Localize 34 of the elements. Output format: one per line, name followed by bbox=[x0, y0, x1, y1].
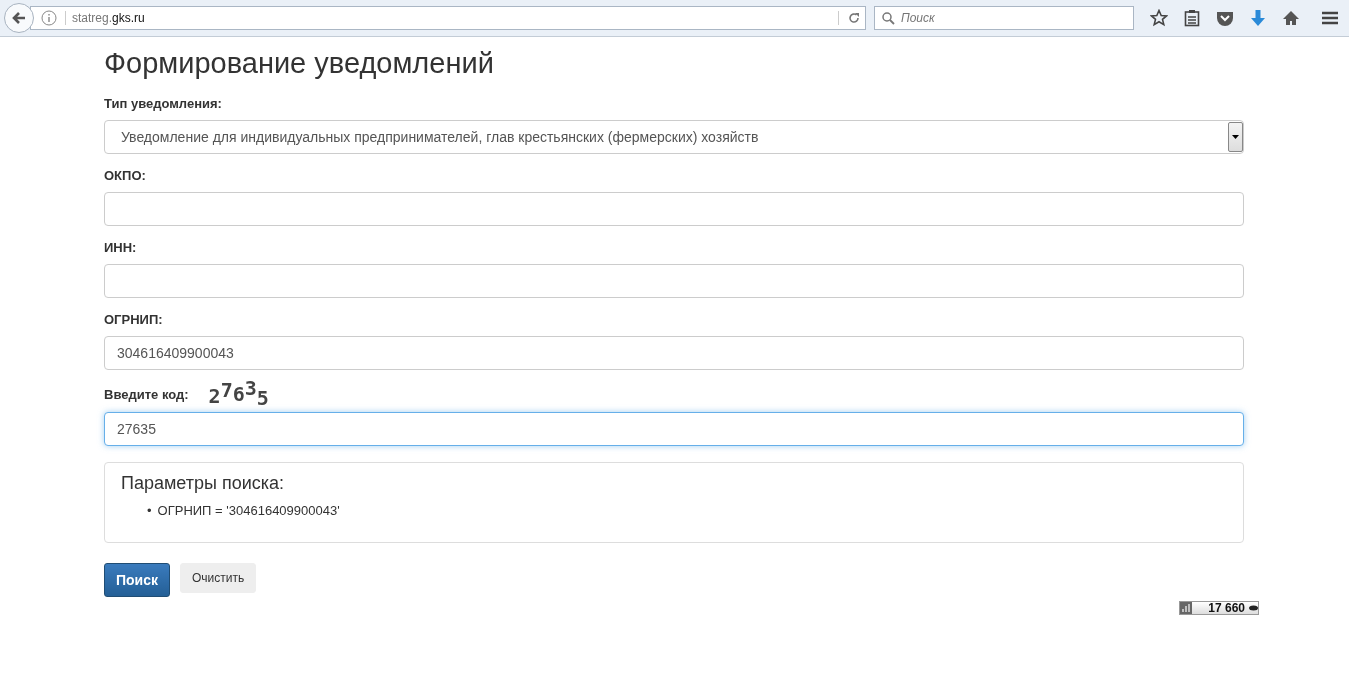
field-label: ОГРНИП: bbox=[104, 312, 164, 327]
pocket-icon[interactable] bbox=[1216, 10, 1234, 26]
panel-title: Параметры поиска: bbox=[121, 473, 286, 494]
clear-button[interactable]: Очистить bbox=[180, 563, 257, 593]
info-icon[interactable] bbox=[41, 10, 57, 26]
input-field[interactable]: 27635 bbox=[104, 412, 1244, 446]
eye-icon bbox=[1249, 605, 1258, 611]
search-icon bbox=[881, 11, 895, 25]
back-button[interactable] bbox=[4, 3, 34, 33]
address-bar[interactable]: statreg.gks.ru bbox=[30, 6, 866, 30]
field-label: ОКПО: bbox=[104, 168, 147, 183]
input-field[interactable]: 304616409900043 bbox=[104, 336, 1244, 370]
bullet: • bbox=[147, 503, 152, 518]
visit-counter: 17 660 bbox=[1179, 601, 1259, 615]
field-label: Введите код: bbox=[104, 386, 189, 402]
field-label: ИНН: bbox=[104, 240, 138, 255]
search-button[interactable]: Поиск bbox=[104, 563, 170, 597]
back-arrow-icon[interactable] bbox=[11, 10, 27, 26]
input-field[interactable] bbox=[104, 264, 1244, 298]
clipboard-icon[interactable] bbox=[1184, 9, 1200, 27]
captcha-image: 27635 bbox=[208, 382, 269, 406]
field-label: Тип уведомления: bbox=[104, 96, 223, 111]
page-title: Формирование уведомлений bbox=[104, 47, 495, 80]
input-field[interactable] bbox=[104, 192, 1244, 226]
home-icon[interactable] bbox=[1282, 10, 1300, 26]
reload-icon[interactable] bbox=[838, 11, 861, 25]
url-text: statreg.gks.ru bbox=[65, 11, 145, 25]
search-field[interactable]: Поиск bbox=[874, 6, 1134, 30]
search-param-item: ОГРНИП = '304616409900043' bbox=[157, 503, 340, 518]
bars-icon bbox=[1180, 602, 1192, 614]
star-icon[interactable] bbox=[1150, 9, 1168, 27]
download-icon[interactable] bbox=[1250, 9, 1266, 27]
menu-icon[interactable] bbox=[1322, 11, 1338, 25]
notification-type-select[interactable]: Уведомление для индивидуальных предпринимателей, глав крестьянских (фермерских) хозяйств bbox=[104, 120, 1244, 154]
